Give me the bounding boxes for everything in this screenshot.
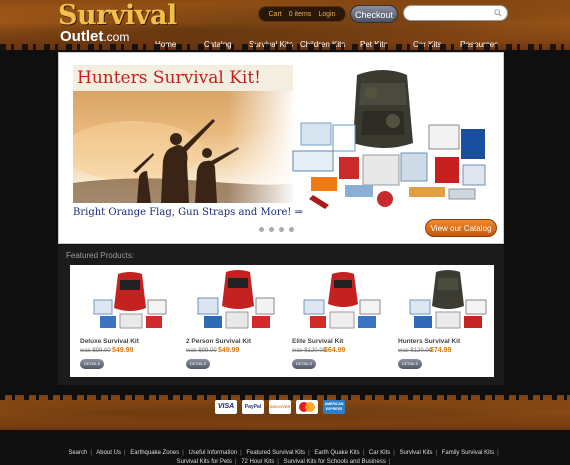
product-card: 2 Person Survival Kit was $99.00 $49.99 …: [186, 265, 286, 377]
payment-methods: VISA PayPal DISCOVER AMERICAN EXPRESS: [215, 400, 345, 414]
footer-link-useful-information[interactable]: Useful Information: [188, 450, 237, 456]
slide-dot-1[interactable]: [259, 227, 264, 232]
hunters-kit-image: [289, 65, 494, 213]
site-header: Survival Outlet.com Cart 0 items Login C…: [0, 0, 570, 56]
slide-dot-2[interactable]: [269, 227, 274, 232]
featured-products-list: Deluxe Survival Kit was $99.00 $49.99 DE…: [70, 265, 494, 377]
footer-links-row-1: Search | About Us | Earthquake Zones | Usef…: [68, 450, 499, 456]
featured-products-section: Featured Products: Deluxe Survival Kit w…: [58, 245, 504, 385]
footer-link-kits-for-schools[interactable]: Survival Kits for Schools and Business: [283, 459, 385, 465]
product-image-2-person[interactable]: [196, 270, 276, 332]
product-card: Hunters Survival Kit was $120.00 $74.99 …: [398, 265, 498, 377]
visa-icon: VISA: [215, 400, 237, 414]
cart-bar: Cart 0 items Login: [258, 6, 346, 22]
mastercard-icon: [296, 400, 318, 414]
search-icon[interactable]: [494, 9, 502, 17]
login-link[interactable]: Login: [318, 11, 335, 18]
product-old-price: was $120.00: [398, 348, 433, 354]
hero-banner[interactable]: Hunters Survival Kit! Bright Orange Flag…: [58, 52, 504, 244]
footer-band: VISA PayPal DISCOVER AMERICAN EXPRESS: [0, 390, 570, 430]
product-name[interactable]: 2 Person Survival Kit: [186, 338, 251, 345]
product-card: Deluxe Survival Kit was $99.00 $49.99 DE…: [80, 265, 180, 377]
slide-dot-3[interactable]: [279, 227, 284, 232]
hunters-silhouette-image: [73, 91, 293, 203]
view-catalog-button[interactable]: View our Catalog: [425, 219, 497, 237]
checkout-button[interactable]: Checkout: [350, 5, 398, 23]
details-button[interactable]: DETAILS: [186, 359, 210, 369]
product-old-price: was $99.00: [80, 348, 111, 354]
featured-heading: Featured Products:: [66, 251, 135, 260]
main-nav: Home Catalog Survival Kits Children Kits…: [145, 40, 570, 52]
nav-car-kits[interactable]: Car Kits: [413, 40, 441, 49]
product-sale-price: $49.99: [218, 347, 240, 354]
slideshow-dots: [259, 227, 299, 233]
product-sale-price: $64.99: [324, 347, 346, 354]
cart-item-count[interactable]: 0 items: [289, 11, 312, 18]
survival-kit-contents-image: [292, 70, 486, 209]
footer-link-earthquake-zones[interactable]: Earthquake Zones: [130, 450, 179, 456]
product-image-deluxe[interactable]: [90, 270, 170, 332]
hero-caption[interactable]: Bright Orange Flag, Gun Straps and More!…: [73, 207, 313, 218]
footer-links-row-2: Survival Kits for Pets | 72 Hour Kits | Su…: [176, 459, 391, 465]
nav-resources[interactable]: Resources: [460, 40, 498, 49]
product-card: Elite Survival Kit was $120.00 $64.99 DE…: [292, 265, 392, 377]
details-button[interactable]: DETAILS: [398, 359, 422, 369]
hunters-photo: [73, 91, 293, 203]
logo-word-outlet: Outlet.com: [60, 29, 158, 45]
mastercard-orange-circle: [305, 402, 315, 412]
footer-link-car-kits[interactable]: Car Kits: [369, 450, 390, 456]
product-name[interactable]: Deluxe Survival Kit: [80, 338, 139, 345]
cart-link[interactable]: Cart: [269, 11, 282, 18]
product-image-hunters[interactable]: [408, 270, 488, 332]
footer-link-featured-survival-kits[interactable]: Featured Survival Kits: [246, 450, 305, 456]
site-logo[interactable]: Survival Outlet.com: [58, 0, 177, 45]
logo-word-survival: Survival: [58, 0, 177, 31]
product-name[interactable]: Hunters Survival Kit: [398, 338, 460, 345]
logo-suffix: .com: [103, 30, 130, 44]
footer-links: Search | About Us | Earthquake Zones | Usef…: [0, 449, 570, 465]
hero-title: Hunters Survival Kit!: [73, 65, 293, 91]
footer-link-family-survival-kits[interactable]: Family Survival Kits: [442, 450, 494, 456]
product-name[interactable]: Elite Survival Kit: [292, 338, 343, 345]
footer-link-survival-kits[interactable]: Survival Kits: [400, 450, 433, 456]
nav-pet-kits[interactable]: Pet Kits: [360, 40, 388, 49]
nav-children-kits[interactable]: Children Kits: [300, 40, 345, 49]
nav-catalog[interactable]: Catalog: [204, 40, 232, 49]
slide-dot-4[interactable]: [289, 227, 294, 232]
product-sale-price: $49.99: [112, 347, 134, 354]
search-input[interactable]: [403, 5, 508, 21]
footer-link-earth-quake-kits[interactable]: Earth Quake Kits: [314, 450, 359, 456]
footer-link-kits-for-pets[interactable]: Survival Kits for Pets: [177, 459, 232, 465]
nav-survival-kits[interactable]: Survival Kits: [249, 40, 293, 49]
amex-icon: AMERICAN EXPRESS: [323, 400, 345, 414]
logo-outlet-text: Outlet: [60, 28, 104, 45]
product-old-price: was $120.00: [292, 348, 327, 354]
footer-link-72-hour-kits[interactable]: 72 Hour Kits: [241, 459, 274, 465]
details-button[interactable]: DETAILS: [292, 359, 316, 369]
nav-home[interactable]: Home: [155, 40, 176, 49]
product-image-elite[interactable]: [302, 270, 382, 332]
discover-icon: DISCOVER: [269, 400, 291, 414]
paypal-icon: PayPal: [242, 400, 264, 414]
hero-left-panel: Hunters Survival Kit! Bright Orange Flag…: [73, 65, 303, 221]
details-button[interactable]: DETAILS: [80, 359, 104, 369]
footer-link-about-us[interactable]: About Us: [96, 450, 121, 456]
product-sale-price: $74.99: [430, 347, 452, 354]
footer-link-search[interactable]: Search: [68, 450, 87, 456]
product-old-price: was $99.00: [186, 348, 217, 354]
